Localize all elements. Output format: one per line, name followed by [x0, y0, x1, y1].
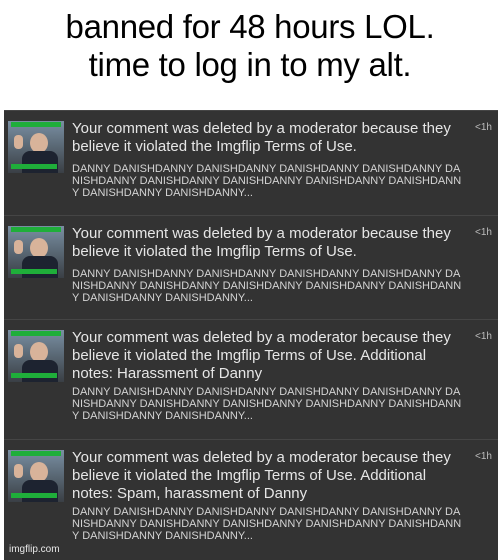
notification-item[interactable]: Your comment was deleted by a moderator …	[4, 439, 498, 560]
caption-line-1: banned for 48 hours LOL.	[65, 8, 435, 45]
comment-thumbnail[interactable]	[8, 226, 64, 278]
notification-time: <1h	[475, 227, 492, 238]
notification-item[interactable]: Your comment was deleted by a moderator …	[4, 319, 498, 440]
comment-thumbnail[interactable]	[8, 121, 64, 173]
deleted-comment-text: DANNY DANISHDANNY DANISHDANNY DANISHDANN…	[72, 268, 462, 304]
deleted-comment-text: DANNY DANISHDANNY DANISHDANNY DANISHDANN…	[72, 163, 462, 199]
imgflip-watermark: imgflip.com	[9, 544, 60, 555]
notification-item[interactable]: Your comment was deleted by a moderator …	[4, 215, 498, 320]
notification-time: <1h	[475, 331, 492, 342]
deleted-comment-text: DANNY DANISHDANNY DANISHDANNY DANISHDANN…	[72, 386, 462, 422]
notification-time: <1h	[475, 122, 492, 133]
caption-line-2: time to log in to my alt.	[88, 46, 412, 83]
notification-message: Your comment was deleted by a moderator …	[72, 120, 451, 155]
notification-item[interactable]: Your comment was deleted by a moderator …	[4, 110, 498, 216]
notification-message: Your comment was deleted by a moderator …	[72, 449, 451, 502]
notification-time: <1h	[475, 451, 492, 462]
notifications-panel: Your comment was deleted by a moderator …	[4, 110, 498, 560]
notification-message: Your comment was deleted by a moderator …	[72, 225, 451, 260]
comment-thumbnail[interactable]	[8, 450, 64, 502]
deleted-comment-text: DANNY DANISHDANNY DANISHDANNY DANISHDANN…	[72, 506, 462, 542]
notification-message: Your comment was deleted by a moderator …	[72, 329, 451, 382]
meme-caption: banned for 48 hours LOL. time to log in …	[0, 8, 500, 84]
comment-thumbnail[interactable]	[8, 330, 64, 382]
